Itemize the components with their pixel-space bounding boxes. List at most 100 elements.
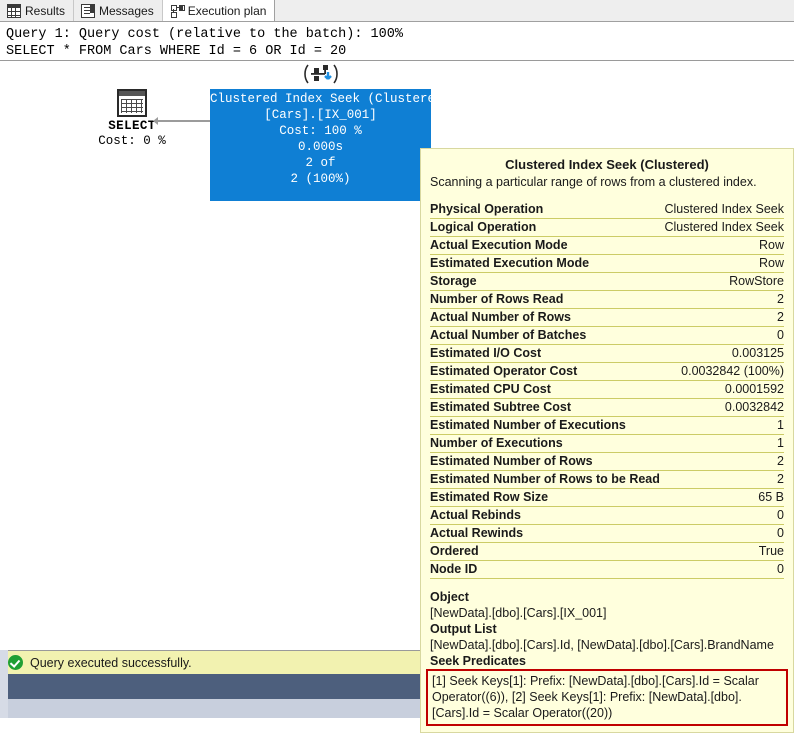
- tooltip-output-value: [NewData].[dbo].[Cars].Id, [NewData].[db…: [430, 638, 774, 652]
- tooltip-property-value: 0.0001592: [724, 382, 784, 396]
- tooltip-property-value: 0: [777, 562, 784, 576]
- status-message: Query executed successfully.: [30, 655, 192, 670]
- tab-results-label: Results: [25, 3, 66, 18]
- tooltip-property-row: Estimated Operator Cost 0.0032842 (100%): [430, 363, 784, 381]
- tooltip-property-key: Actual Rebinds: [430, 508, 521, 522]
- tooltip-property-key: Estimated I/O Cost: [430, 346, 542, 360]
- tooltip-property-value: 1: [777, 436, 784, 450]
- tooltip-property-value: Clustered Index Seek: [664, 202, 784, 216]
- results-pane-tabstrip: Results Messages Execution plan: [0, 0, 794, 22]
- tooltip-property-key: Number of Executions: [430, 436, 563, 450]
- select-result-icon: [117, 89, 147, 117]
- tooltip-property-key: Estimated Number of Rows: [430, 454, 593, 468]
- tooltip-property-row: Estimated Subtree Cost 0.0032842: [430, 399, 784, 417]
- tooltip-property-row: Ordered True: [430, 543, 784, 561]
- document-icon: [81, 3, 96, 18]
- tooltip-property-value: 65 B: [758, 490, 784, 504]
- tooltip-property-value: Clustered Index Seek: [664, 220, 784, 234]
- success-check-icon: [8, 655, 23, 670]
- tooltip-property-key: Number of Rows Read: [430, 292, 564, 306]
- seek-node-line1: Clustered Index Seek (Clustered): [210, 92, 451, 106]
- tooltip-property-row: Actual Execution Mode Row: [430, 237, 784, 255]
- tooltip-property-row: Logical Operation Clustered Index Seek: [430, 219, 784, 237]
- execution-plan-icon: [170, 4, 185, 18]
- query-cost-line: Query 1: Query cost (relative to the bat…: [6, 27, 403, 42]
- tooltip-property-key: Actual Execution Mode: [430, 238, 568, 252]
- tooltip-property-value: RowStore: [729, 274, 784, 288]
- tooltip-property-key: Node ID: [430, 562, 478, 576]
- tooltip-property-row: Node ID 0: [430, 561, 784, 579]
- tooltip-property-key: Estimated CPU Cost: [430, 382, 551, 396]
- tooltip-output-heading: Output List: [430, 622, 497, 636]
- tooltip-property-key: Storage: [430, 274, 477, 288]
- tooltip-property-row: Estimated Row Size 65 B: [430, 489, 784, 507]
- tooltip-property-key: Physical Operation: [430, 202, 544, 216]
- tooltip-property-row: Actual Rewinds 0: [430, 525, 784, 543]
- tooltip-property-value: True: [758, 544, 784, 558]
- seek-node-line3: Cost: 100 %: [279, 124, 362, 138]
- tooltip-property-value: 1: [777, 418, 784, 432]
- tooltip-object-section: Object [NewData].[dbo].[Cars].[IX_001] O…: [426, 589, 788, 726]
- tooltip-property-key: Actual Number of Rows: [430, 310, 571, 324]
- tooltip-property-value: Row: [758, 256, 784, 270]
- left-scroll-sliver[interactable]: [0, 650, 8, 718]
- tooltip-property-key: Estimated Row Size: [430, 490, 549, 504]
- tooltip-property-row: Actual Number of Batches 0: [430, 327, 784, 345]
- tooltip-property-row: Estimated Number of Rows to be Read 2: [430, 471, 784, 489]
- tooltip-property-value: 2: [777, 472, 784, 486]
- tab-messages-label: Messages: [99, 3, 154, 18]
- tooltip-title: Clustered Index Seek (Clustered): [505, 157, 709, 172]
- tab-messages[interactable]: Messages: [74, 0, 163, 21]
- connector-line: [156, 120, 210, 122]
- tooltip-property-key: Estimated Operator Cost: [430, 364, 578, 378]
- tooltip-property-value: 2: [777, 454, 784, 468]
- tab-execution-plan[interactable]: Execution plan: [162, 0, 276, 21]
- seek-node-line6: 2 (100%): [290, 172, 351, 186]
- tooltip-property-value: 0: [777, 508, 784, 522]
- tooltip-property-value: 0.003125: [731, 346, 784, 360]
- tooltip-property-key: Actual Number of Batches: [430, 328, 587, 342]
- tooltip-description: Scanning a particular range of rows from…: [430, 175, 757, 189]
- plan-node-select-cost: Cost: 0 %: [98, 134, 166, 148]
- tooltip-seek-heading: Seek Predicates: [430, 654, 526, 668]
- tooltip-property-value: 2: [777, 292, 784, 306]
- tooltip-property-key: Logical Operation: [430, 220, 537, 234]
- tooltip-property-key: Estimated Number of Executions: [430, 418, 626, 432]
- tooltip-property-key: Estimated Subtree Cost: [430, 400, 572, 414]
- tooltip-property-value: 0: [777, 328, 784, 342]
- clustered-index-seek-icon: [304, 64, 338, 84]
- tooltip-property-value: 2: [777, 310, 784, 324]
- tooltip-property-key: Ordered: [430, 544, 479, 558]
- tooltip-property-row: Actual Rebinds 0: [430, 507, 784, 525]
- tooltip-property-row: Number of Executions 1: [430, 435, 784, 453]
- seek-node-line5: 2 of: [305, 156, 336, 170]
- query-cost-header: Query 1: Query cost (relative to the bat…: [0, 23, 794, 62]
- tooltip-property-key: Actual Rewinds: [430, 526, 524, 540]
- tooltip-property-row: Estimated Execution Mode Row: [430, 255, 784, 273]
- seek-node-line4: 0.000s: [297, 140, 343, 154]
- tooltip-seek-predicates-value: [1] Seek Keys[1]: Prefix: [NewData].[dbo…: [426, 669, 788, 726]
- tooltip-property-row: Storage RowStore: [430, 273, 784, 291]
- operator-tooltip: Clustered Index Seek (Clustered) Scannin…: [420, 148, 794, 733]
- tooltip-object-heading: Object: [430, 590, 469, 604]
- plan-node-select[interactable]: SELECT Cost: 0 %: [92, 89, 172, 149]
- tab-execution-plan-label: Execution plan: [187, 3, 267, 18]
- tooltip-property-key: Estimated Number of Rows to be Read: [430, 472, 660, 486]
- tooltip-property-value: Row: [758, 238, 784, 252]
- tab-results[interactable]: Results: [0, 0, 75, 21]
- grid-icon: [7, 3, 21, 18]
- tooltip-property-row: Estimated Number of Executions 1: [430, 417, 784, 435]
- tooltip-property-list: Physical Operation Clustered Index Seek Lo…: [430, 201, 784, 579]
- tooltip-property-row: Physical Operation Clustered Index Seek: [430, 201, 784, 219]
- plan-node-clustered-index-seek[interactable]: Clustered Index Seek (Clustered) [Cars].…: [210, 89, 450, 201]
- tooltip-property-key: Estimated Execution Mode: [430, 256, 590, 270]
- tooltip-property-value: 0.0032842: [724, 400, 784, 414]
- tooltip-property-row: Number of Rows Read 2: [430, 291, 784, 309]
- tooltip-property-row: Estimated CPU Cost 0.0001592: [430, 381, 784, 399]
- tooltip-property-value: 0.0032842 (100%): [681, 364, 784, 378]
- seek-node-line2: [Cars].[IX_001]: [264, 108, 377, 122]
- query-text-line: SELECT * FROM Cars WHERE Id = 6 OR Id = …: [6, 44, 347, 59]
- tooltip-property-row: Estimated Number of Rows 2: [430, 453, 784, 471]
- tooltip-object-value: [NewData].[dbo].[Cars].[IX_001]: [430, 606, 607, 620]
- tooltip-property-row: Actual Number of Rows 2: [430, 309, 784, 327]
